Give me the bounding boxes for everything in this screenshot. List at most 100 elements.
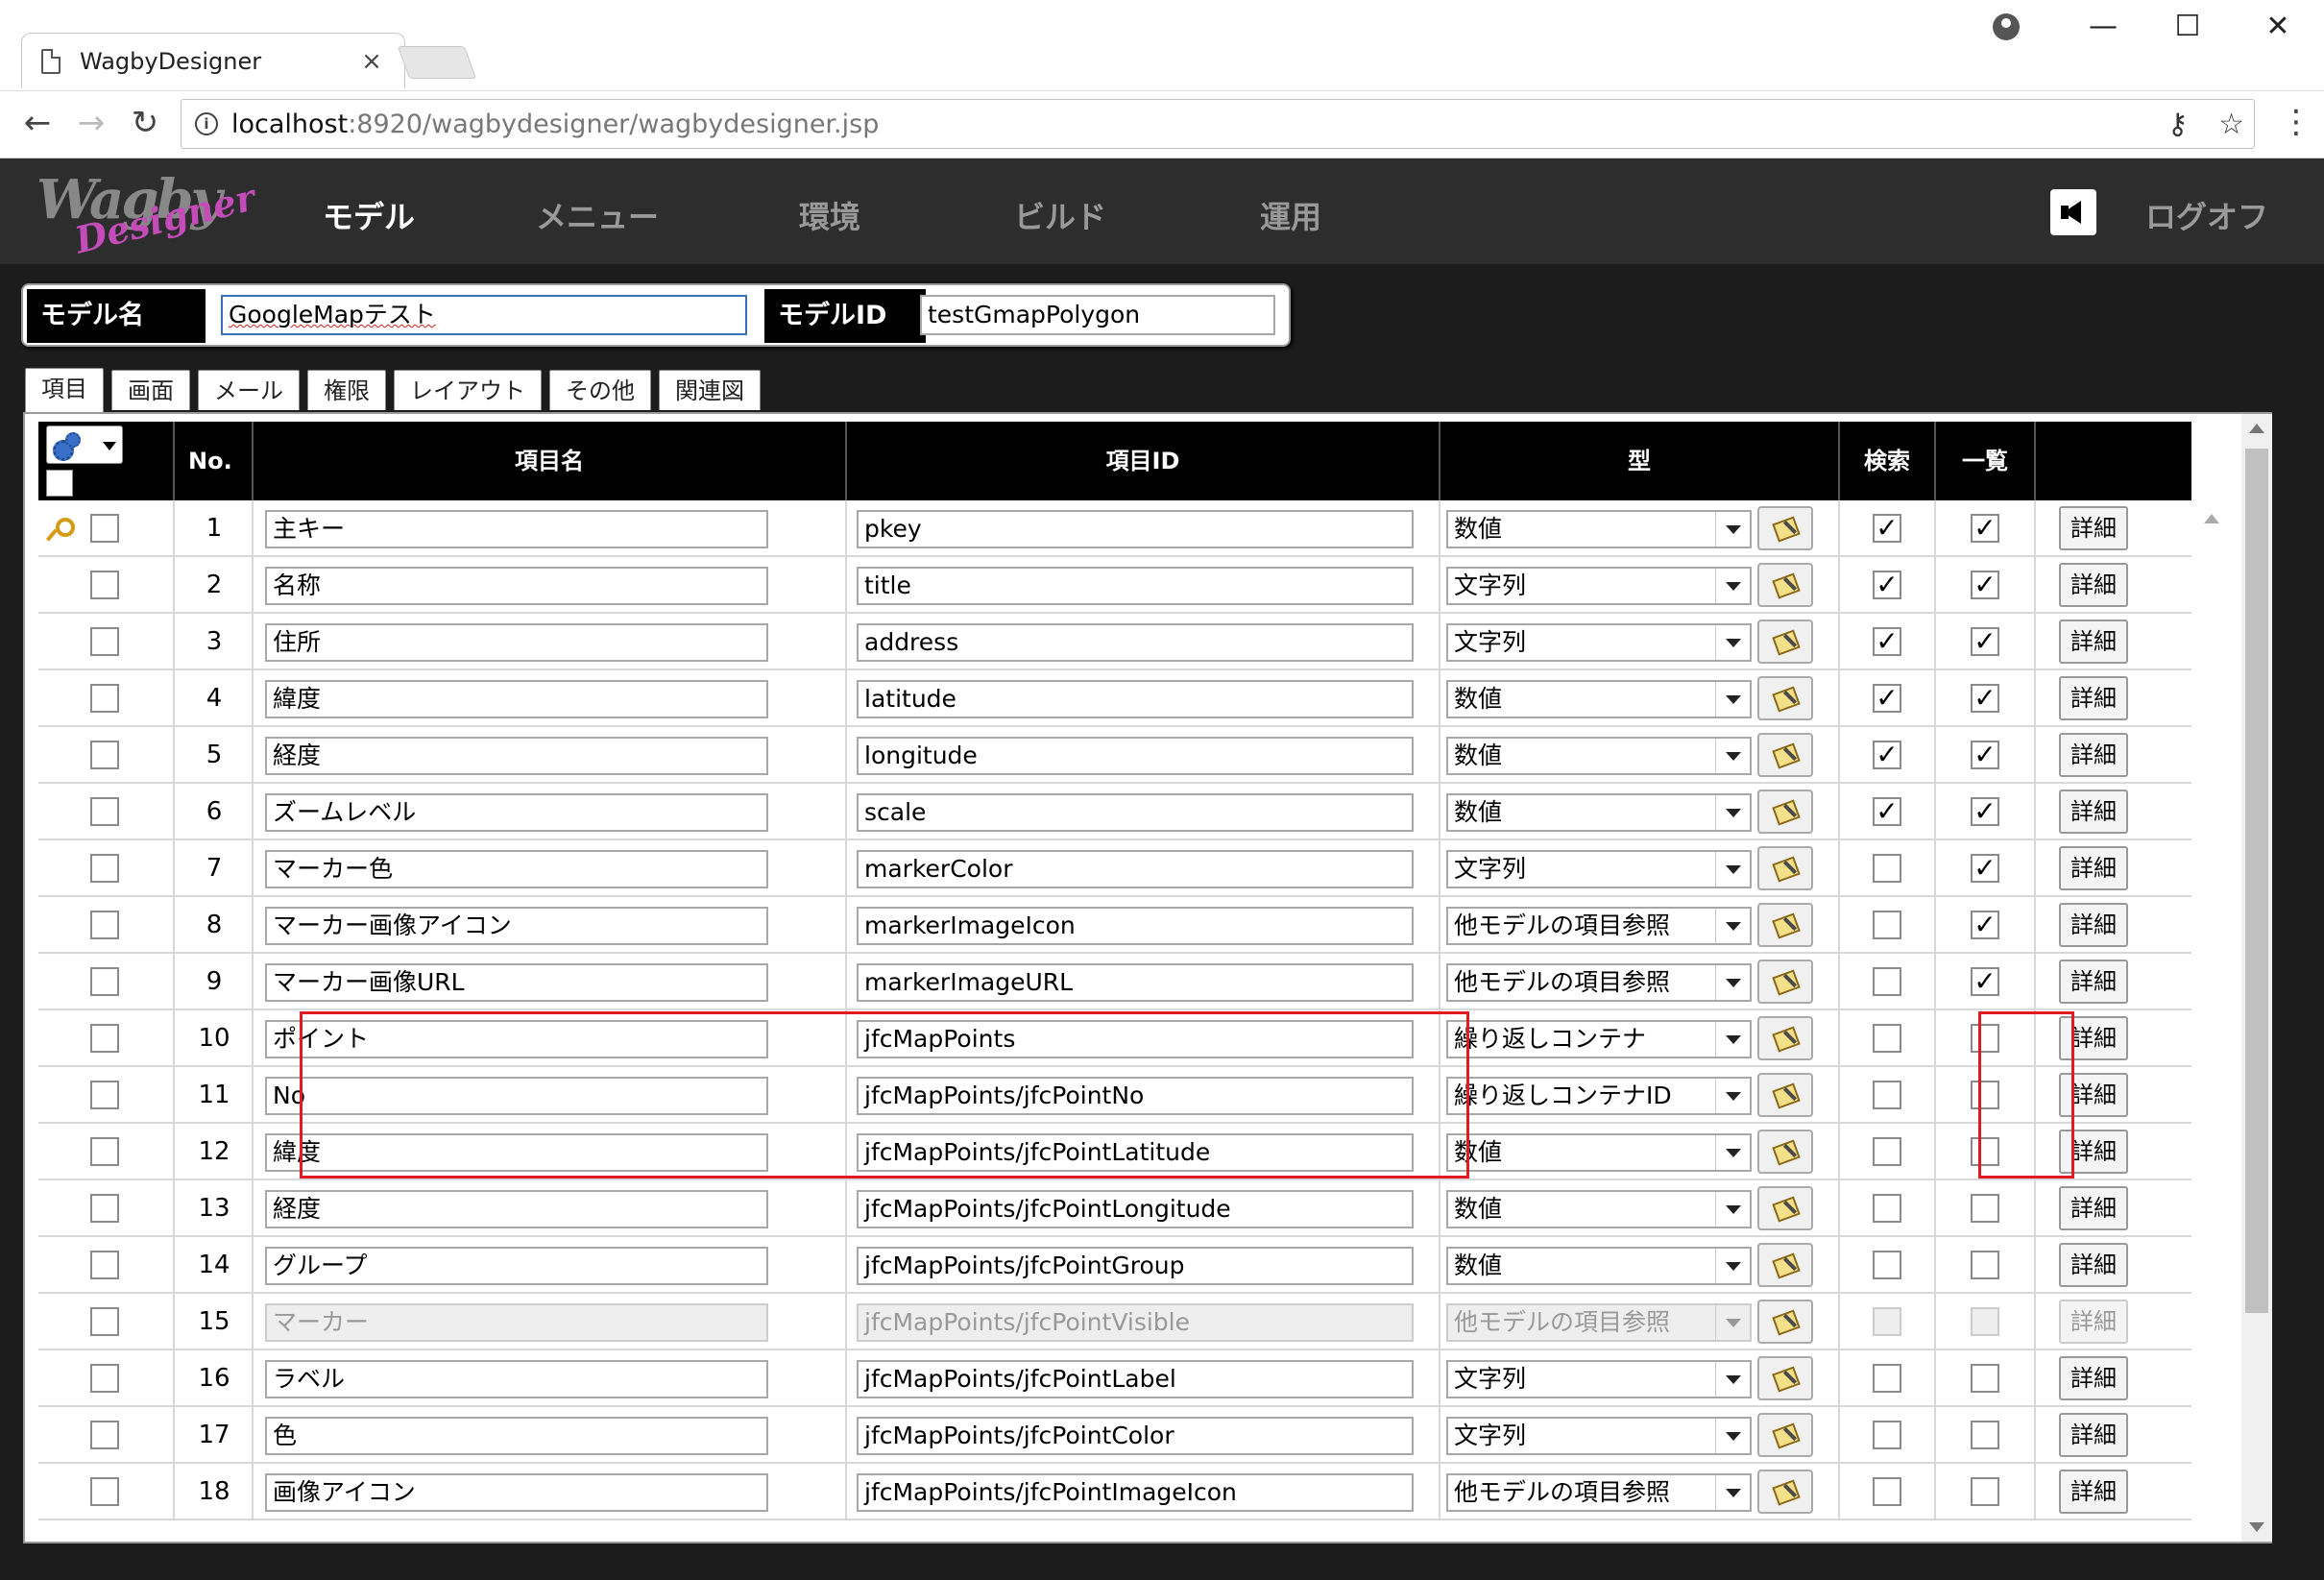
nav-menu[interactable]: メニュー: [536, 193, 659, 237]
row-select-checkbox[interactable]: [90, 1194, 119, 1223]
url-text[interactable]: localhost:8920/wagbydesigner/wagbydesign…: [231, 109, 879, 139]
row-select-checkbox[interactable]: [90, 627, 119, 656]
list-checkbox[interactable]: ✓: [1971, 854, 1999, 883]
detail-button[interactable]: 詳細: [2059, 790, 2128, 834]
type-select[interactable]: 他モデルの項目参照: [1446, 1303, 1752, 1342]
chevron-down-icon[interactable]: [1715, 965, 1750, 1000]
search-checkbox[interactable]: [1873, 1194, 1901, 1223]
chevron-down-icon[interactable]: [1715, 1305, 1750, 1340]
item-id-input[interactable]: jfcMapPoints/jfcPointLongitude: [857, 1190, 1414, 1228]
row-select-checkbox[interactable]: [90, 967, 119, 996]
row-select-checkbox[interactable]: [90, 741, 119, 769]
row-select-checkbox[interactable]: [90, 1024, 119, 1053]
tab-layout[interactable]: レイアウト: [394, 370, 542, 410]
search-checkbox[interactable]: [1873, 1477, 1901, 1506]
item-name-input[interactable]: マーカー画像URL: [265, 963, 768, 1002]
search-checkbox[interactable]: [1873, 1364, 1901, 1393]
item-id-input[interactable]: scale: [857, 793, 1414, 832]
item-name-input[interactable]: マーカー色: [265, 850, 768, 888]
nav-environment[interactable]: 環境: [799, 193, 860, 237]
detail-button[interactable]: 詳細: [2059, 506, 2128, 550]
row-select-checkbox[interactable]: [90, 1477, 119, 1506]
chevron-down-icon[interactable]: [1715, 909, 1750, 943]
reload-icon[interactable]: ↻: [123, 101, 167, 145]
type-select[interactable]: 数値: [1446, 793, 1752, 832]
edit-type-button[interactable]: [1757, 506, 1813, 550]
search-checkbox[interactable]: [1873, 967, 1901, 996]
item-id-input[interactable]: address: [857, 623, 1414, 662]
edit-type-button[interactable]: [1757, 903, 1813, 947]
search-checkbox[interactable]: [1873, 1137, 1901, 1166]
edit-type-button[interactable]: [1757, 1243, 1813, 1287]
item-id-input[interactable]: markerImageURL: [857, 963, 1414, 1002]
select-all-checkbox[interactable]: [46, 470, 73, 497]
detail-button[interactable]: 詳細: [2059, 1470, 2128, 1514]
item-name-input[interactable]: 画像アイコン: [265, 1473, 768, 1512]
edit-type-button[interactable]: [1757, 1016, 1813, 1060]
item-id-input[interactable]: jfcMapPoints/jfcPointGroup: [857, 1247, 1414, 1285]
detail-button[interactable]: 詳細: [2059, 846, 2128, 890]
edit-type-button[interactable]: [1757, 1073, 1813, 1117]
row-select-checkbox[interactable]: [90, 854, 119, 883]
tab-other[interactable]: その他: [549, 370, 651, 410]
edit-type-button[interactable]: [1757, 676, 1813, 720]
nav-build[interactable]: ビルド: [1014, 193, 1106, 237]
nav-operation[interactable]: 運用: [1260, 193, 1321, 237]
row-select-checkbox[interactable]: [90, 1421, 119, 1449]
search-checkbox[interactable]: [1873, 1251, 1901, 1279]
list-checkbox[interactable]: ✓: [1971, 741, 1999, 769]
list-checkbox[interactable]: [1971, 1364, 1999, 1393]
bookmark-star-icon[interactable]: ☆: [2218, 108, 2244, 141]
row-select-checkbox[interactable]: [90, 514, 119, 543]
chevron-down-icon[interactable]: [1715, 1192, 1750, 1227]
item-name-input[interactable]: 住所: [265, 623, 768, 662]
chevron-down-icon[interactable]: [1715, 625, 1750, 660]
chevron-down-icon[interactable]: [1715, 1475, 1750, 1510]
logoff-link[interactable]: ログオフ: [2145, 193, 2268, 237]
item-name-input[interactable]: ズームレベル: [265, 793, 768, 832]
search-checkbox[interactable]: ✓: [1873, 684, 1901, 713]
search-checkbox[interactable]: [1873, 1081, 1901, 1109]
item-id-input[interactable]: jfcMapPoints/jfcPointVisible: [857, 1303, 1414, 1342]
row-select-checkbox[interactable]: [90, 684, 119, 713]
chevron-down-icon[interactable]: [1715, 682, 1750, 717]
item-id-input[interactable]: jfcMapPoints/jfcPointLabel: [857, 1360, 1414, 1398]
chevron-down-icon[interactable]: [1715, 1079, 1750, 1113]
info-icon[interactable]: i: [195, 112, 218, 135]
row-select-checkbox[interactable]: [90, 571, 119, 599]
minimize-icon[interactable]: —: [2084, 10, 2122, 43]
gear-menu-button[interactable]: [46, 425, 123, 464]
detail-button[interactable]: 詳細: [2059, 620, 2128, 664]
row-select-checkbox[interactable]: [90, 797, 119, 826]
list-checkbox[interactable]: ✓: [1971, 797, 1999, 826]
item-name-input[interactable]: 緯度: [265, 680, 768, 718]
search-checkbox[interactable]: [1873, 854, 1901, 883]
edit-type-button[interactable]: [1757, 620, 1813, 664]
detail-button[interactable]: 詳細: [2059, 1243, 2128, 1287]
model-id-input[interactable]: testGmapPolygon: [920, 295, 1275, 335]
browser-tab[interactable]: WagbyDesigner ×: [21, 33, 405, 88]
edit-type-button[interactable]: [1757, 1413, 1813, 1457]
type-select[interactable]: 数値: [1446, 1247, 1752, 1285]
list-checkbox[interactable]: [1971, 1477, 1999, 1506]
search-checkbox[interactable]: ✓: [1873, 571, 1901, 599]
chevron-down-icon[interactable]: [1715, 512, 1750, 547]
scroll-down-icon[interactable]: [2249, 1522, 2264, 1532]
close-window-icon[interactable]: ✕: [2259, 10, 2297, 43]
item-id-input[interactable]: title: [857, 567, 1414, 605]
edit-type-button[interactable]: [1757, 563, 1813, 607]
edit-type-button[interactable]: [1757, 1356, 1813, 1400]
search-checkbox[interactable]: [1873, 911, 1901, 939]
edit-type-button[interactable]: [1757, 960, 1813, 1004]
item-id-input[interactable]: markerColor: [857, 850, 1414, 888]
row-select-checkbox[interactable]: [90, 1364, 119, 1393]
item-name-input[interactable]: ラベル: [265, 1360, 768, 1398]
type-select[interactable]: 数値: [1446, 1190, 1752, 1228]
edit-type-button[interactable]: [1757, 1130, 1813, 1174]
chevron-down-icon[interactable]: [1715, 1022, 1750, 1057]
tab-relation-diagram[interactable]: 関連図: [659, 370, 761, 410]
browser-menu-icon[interactable]: ⋮: [2280, 103, 2312, 141]
nav-model[interactable]: モデル: [323, 193, 415, 237]
forward-icon[interactable]: →: [69, 101, 113, 145]
tab-mail[interactable]: メール: [198, 370, 300, 410]
